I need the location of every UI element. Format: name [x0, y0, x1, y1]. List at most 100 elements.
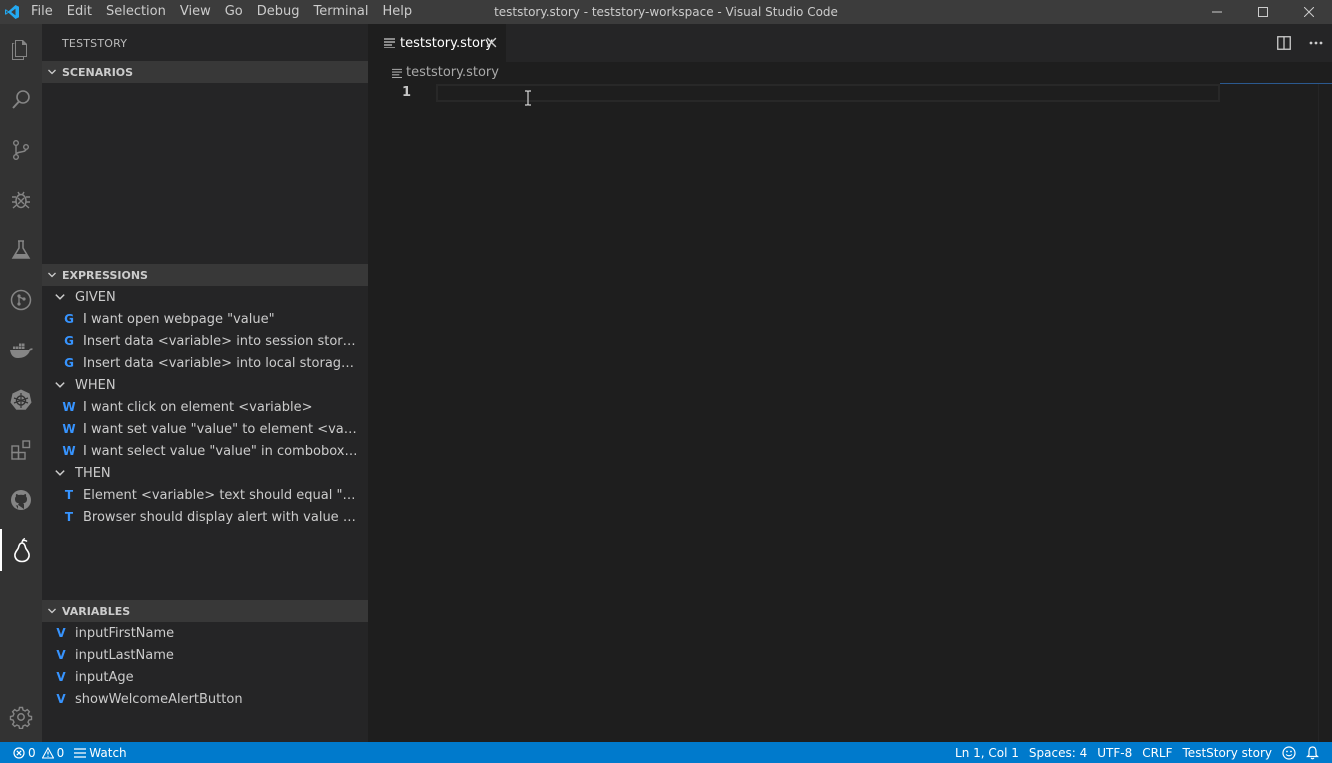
menu-selection[interactable]: Selection — [99, 0, 173, 24]
menu-view[interactable]: View — [173, 0, 218, 24]
menu-edit[interactable]: Edit — [60, 0, 99, 24]
docker-icon — [10, 343, 33, 358]
list-item[interactable]: W I want click on element <variable> — [42, 396, 368, 418]
ellipsis-icon — [1309, 41, 1323, 45]
variable-badge: V — [56, 648, 66, 662]
test-button[interactable] — [0, 229, 42, 271]
source-control-button[interactable] — [0, 129, 42, 171]
search-icon — [12, 90, 30, 109]
watch-status[interactable]: Watch — [69, 742, 131, 763]
bell-icon — [1306, 745, 1319, 759]
warning-icon — [41, 746, 54, 759]
search-button[interactable] — [0, 79, 42, 121]
title-bar: File Edit Selection View Go Debug Termin… — [0, 0, 1332, 24]
chevron-down-icon — [42, 270, 62, 280]
variables-label: VARIABLES — [62, 604, 131, 618]
more-actions-button[interactable] — [1300, 24, 1332, 62]
maximize-icon — [1258, 7, 1268, 17]
extensions-button[interactable] — [0, 429, 42, 471]
variable-label: showWelcomeAlertButton — [75, 691, 243, 707]
expression-label: Insert data <variable> into local storag… — [83, 355, 358, 371]
current-line-highlight — [436, 84, 1220, 102]
file-lines-icon — [384, 38, 395, 48]
list-item[interactable]: T Element <variable> text should equal "… — [42, 484, 368, 506]
list-item[interactable]: T Browser should display alert with valu… — [42, 506, 368, 528]
files-icon — [12, 40, 27, 60]
expressions-section-header[interactable]: EXPRESSIONS — [42, 264, 368, 286]
extensions-icon — [11, 440, 31, 460]
github-button[interactable] — [0, 479, 42, 521]
notifications-button[interactable] — [1301, 742, 1324, 763]
list-item[interactable]: G I want open webpage "value" — [42, 308, 368, 330]
list-item[interactable]: W I want select value "value" in combobo… — [42, 440, 368, 462]
scenarios-section-header[interactable]: SCENARIOS — [42, 61, 368, 83]
sidebar-title: TESTSTORY — [62, 37, 128, 50]
split-editor-button[interactable] — [1268, 24, 1300, 62]
language-mode[interactable]: TestStory story — [1178, 742, 1277, 763]
debug-icon — [12, 191, 30, 209]
text-cursor-icon — [525, 90, 531, 106]
chevron-down-icon — [42, 606, 62, 616]
settings-button[interactable] — [0, 696, 42, 738]
vscode-logo-icon — [0, 0, 24, 24]
list-item[interactable]: G Insert data <variable> into local stor… — [42, 352, 368, 374]
group-label: WHEN — [75, 377, 116, 393]
github-icon — [11, 490, 31, 510]
teststory-button[interactable] — [0, 529, 42, 571]
close-icon[interactable] — [486, 37, 497, 48]
list-item[interactable]: V inputAge — [42, 666, 368, 688]
eol-status[interactable]: CRLF — [1137, 742, 1177, 763]
tree-group-then[interactable]: THEN — [42, 462, 368, 484]
feedback-button[interactable] — [1277, 742, 1301, 763]
menu-file[interactable]: File — [24, 0, 60, 24]
cursor-position[interactable]: Ln 1, Col 1 — [950, 742, 1024, 763]
list-item[interactable]: W I want set value "value" to element <v… — [42, 418, 368, 440]
source-control-icon — [12, 140, 29, 161]
explorer-button[interactable] — [0, 29, 42, 71]
tab-teststory[interactable]: teststory.story — [368, 24, 506, 62]
menu-debug[interactable]: Debug — [250, 0, 307, 24]
kubernetes-button[interactable] — [0, 379, 42, 421]
vertical-scrollbar[interactable] — [1318, 84, 1332, 742]
editor-area[interactable]: 1 — [368, 84, 1332, 742]
watch-label: Watch — [89, 745, 127, 760]
split-editor-icon — [1277, 36, 1291, 50]
expression-badge: G — [64, 312, 74, 326]
scenarios-label: SCENARIOS — [62, 65, 134, 79]
encoding-status[interactable]: UTF-8 — [1092, 742, 1137, 763]
expression-badge: G — [64, 334, 74, 348]
expression-badge: G — [64, 356, 74, 370]
indentation-status[interactable]: Spaces: 4 — [1024, 742, 1092, 763]
menu-terminal[interactable]: Terminal — [307, 0, 376, 24]
list-item[interactable]: V inputFirstName — [42, 622, 368, 644]
variable-badge: V — [56, 670, 66, 684]
menu-go[interactable]: Go — [218, 0, 250, 24]
tree-group-given[interactable]: GIVEN — [42, 286, 368, 308]
git-graph-button[interactable] — [0, 279, 42, 321]
variables-section-header[interactable]: VARIABLES — [42, 600, 368, 622]
problems-status[interactable]: 0 0 — [8, 742, 69, 763]
expression-label: Insert data <variable> into session stor… — [83, 333, 358, 349]
breadcrumb-file[interactable]: teststory.story — [406, 65, 499, 80]
status-bar-right: Ln 1, Col 1 Spaces: 4 UTF-8 CRLF TestSto… — [950, 742, 1324, 763]
list-item[interactable]: G Insert data <variable> into session st… — [42, 330, 368, 352]
close-window-button[interactable] — [1286, 0, 1332, 24]
variable-badge: V — [56, 692, 66, 706]
expression-badge: W — [62, 444, 76, 458]
docker-button[interactable] — [0, 329, 42, 371]
maximize-button[interactable] — [1240, 0, 1286, 24]
error-icon — [13, 746, 25, 759]
variable-label: inputFirstName — [75, 625, 175, 641]
menu-help[interactable]: Help — [375, 0, 419, 24]
close-icon — [1304, 7, 1314, 17]
expression-badge: T — [64, 510, 74, 524]
list-item[interactable]: V inputLastName — [42, 644, 368, 666]
debug-button[interactable] — [0, 179, 42, 221]
breadcrumb: teststory.story — [368, 62, 1332, 84]
expression-badge: T — [64, 488, 74, 502]
smiley-icon — [1282, 745, 1296, 760]
variable-badge: V — [56, 626, 66, 640]
tree-group-when[interactable]: WHEN — [42, 374, 368, 396]
minimize-button[interactable] — [1194, 0, 1240, 24]
list-item[interactable]: V showWelcomeAlertButton — [42, 688, 368, 710]
